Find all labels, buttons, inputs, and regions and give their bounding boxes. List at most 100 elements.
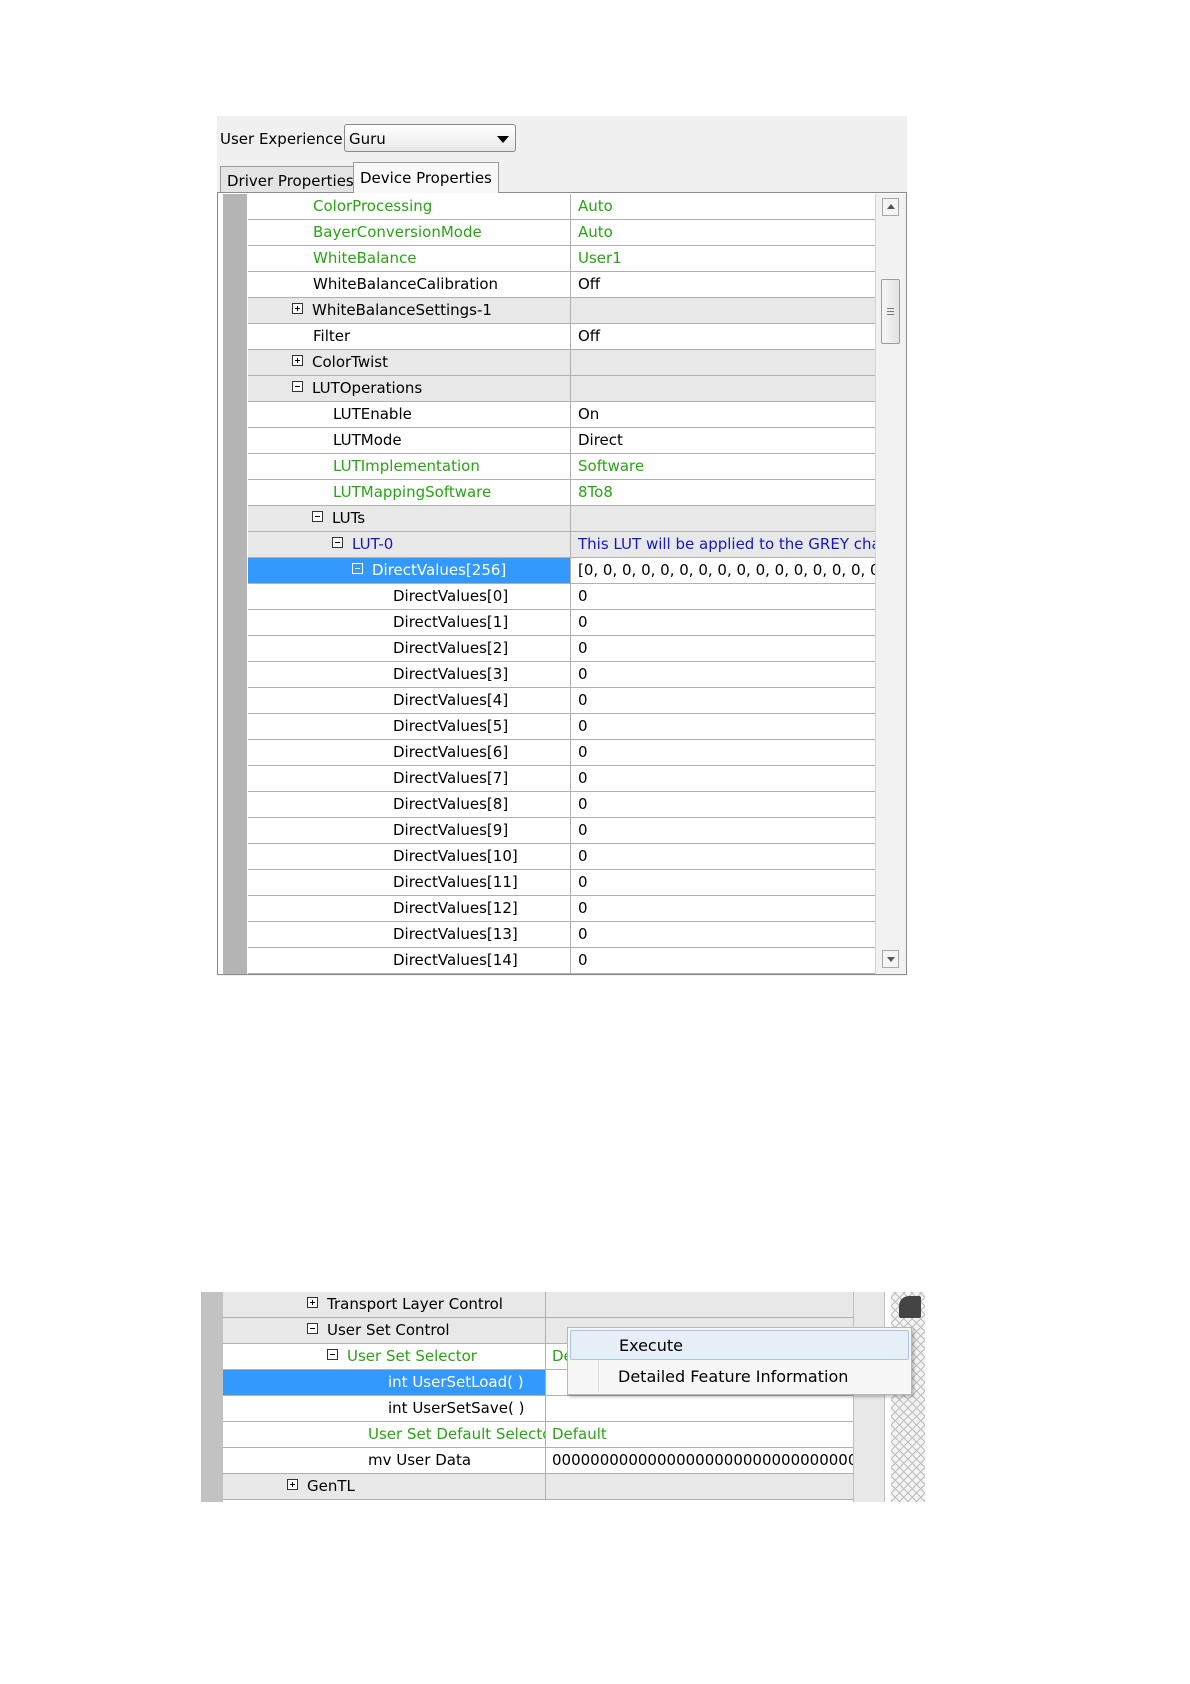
property-row-lutenable[interactable]: LUTEnable On (248, 402, 875, 428)
property-value-cell[interactable]: 0 (572, 766, 875, 791)
property-name-cell[interactable]: LUTEnable (248, 402, 571, 427)
collapse-icon[interactable] (332, 537, 343, 548)
collapse-icon[interactable] (307, 1323, 318, 1334)
property-name-cell[interactable]: LUTMode (248, 428, 571, 453)
property-name-cell[interactable]: int UserSetLoad( ) (223, 1370, 546, 1395)
property-row-mv-user-data[interactable]: mv User Data 0000000000000000000000000000… (223, 1448, 853, 1474)
property-row-lutmappingsoftware[interactable]: LUTMappingSoftware 8To8 (248, 480, 875, 506)
property-value-cell[interactable] (572, 298, 875, 323)
property-row-luts[interactable]: LUTs (248, 506, 875, 532)
chevron-down-icon[interactable] (497, 136, 509, 143)
property-value-cell[interactable]: 8To8 (572, 480, 875, 505)
property-row-directvalues-3[interactable]: DirectValues[3] 0 (248, 662, 875, 688)
property-name-cell[interactable]: DirectValues[2] (248, 636, 571, 661)
property-value-cell[interactable]: 0 (572, 818, 875, 843)
property-value-cell[interactable]: Off (572, 324, 875, 349)
property-name-cell[interactable]: DirectValues[11] (248, 870, 571, 895)
property-name-cell[interactable]: DirectValues[0] (248, 584, 571, 609)
property-name-cell[interactable]: int UserSetSave( ) (223, 1396, 546, 1421)
property-row-int-usersetsave[interactable]: int UserSetSave( ) (223, 1396, 853, 1422)
property-name-cell[interactable]: ColorProcessing (248, 194, 571, 219)
property-name-cell[interactable]: WhiteBalanceSettings-1 (248, 298, 571, 323)
property-value-cell[interactable] (572, 376, 875, 401)
property-name-cell[interactable]: LUTs (248, 506, 571, 531)
property-value-cell[interactable]: Direct (572, 428, 875, 453)
property-value-cell[interactable]: 0 (572, 870, 875, 895)
property-name-cell[interactable]: User Set Default Selector (Dep (223, 1422, 546, 1447)
property-value-cell[interactable]: 0 (572, 636, 875, 661)
property-value-cell[interactable]: 0 (572, 584, 875, 609)
property-value-cell[interactable] (547, 1474, 853, 1499)
property-name-cell[interactable]: GenTL (223, 1474, 546, 1499)
property-value-cell[interactable] (547, 1292, 853, 1317)
property-row-filter[interactable]: Filter Off (248, 324, 875, 350)
property-value-cell[interactable]: 0 (572, 844, 875, 869)
property-value-cell[interactable]: Software (572, 454, 875, 479)
property-name-cell[interactable]: Filter (248, 324, 571, 349)
property-name-cell[interactable]: DirectValues[3] (248, 662, 571, 687)
property-name-cell[interactable]: DirectValues[14] (248, 948, 571, 973)
property-name-cell[interactable]: DirectValues[8] (248, 792, 571, 817)
property-name-cell[interactable]: mv User Data (223, 1448, 546, 1473)
property-value-cell[interactable] (572, 350, 875, 375)
property-value-cell[interactable]: Default (547, 1422, 853, 1447)
property-name-cell[interactable]: User Set Selector (223, 1344, 546, 1369)
property-row-lutoperations[interactable]: LUTOperations (248, 376, 875, 402)
tab-driver-properties[interactable]: Driver Properties (220, 166, 361, 192)
property-value-cell[interactable]: 0 (572, 922, 875, 947)
property-value-cell[interactable]: Auto (572, 220, 875, 245)
property-name-cell[interactable]: LUTOperations (248, 376, 571, 401)
scroll-up-button[interactable] (882, 198, 899, 216)
property-name-cell[interactable]: DirectValues[7] (248, 766, 571, 791)
property-name-cell[interactable]: LUTImplementation (248, 454, 571, 479)
property-value-cell[interactable]: Auto (572, 194, 875, 219)
property-name-cell[interactable]: DirectValues[10] (248, 844, 571, 869)
property-value-cell[interactable]: 0 (572, 688, 875, 713)
property-name-cell[interactable]: DirectValues[9] (248, 818, 571, 843)
property-row-directvalues-6[interactable]: DirectValues[6] 0 (248, 740, 875, 766)
property-value-cell[interactable]: [0, 0, 0, 0, 0, 0, 0, 0, 0, 0, 0, 0, 0, … (572, 558, 875, 583)
property-row-whitebalancecalibration[interactable]: WhiteBalanceCalibration Off (248, 272, 875, 298)
property-value-cell[interactable] (572, 506, 875, 531)
property-name-cell[interactable]: WhiteBalance (248, 246, 571, 271)
property-value-cell[interactable]: 000000000000000000000000000000000000 (547, 1448, 853, 1473)
property-row-lutimplementation[interactable]: LUTImplementation Software (248, 454, 875, 480)
property-name-cell[interactable]: User Set Control (223, 1318, 546, 1343)
property-value-cell[interactable]: 0 (572, 896, 875, 921)
expand-icon[interactable] (292, 355, 303, 366)
property-row-directvalues-1[interactable]: DirectValues[1] 0 (248, 610, 875, 636)
collapse-icon[interactable] (312, 511, 323, 522)
property-row-colorprocessing[interactable]: ColorProcessing Auto (248, 194, 875, 220)
property-row-directvalues-256[interactable]: DirectValues[256] [0, 0, 0, 0, 0, 0, 0, 0… (248, 558, 875, 584)
property-row-directvalues-13[interactable]: DirectValues[13] 0 (248, 922, 875, 948)
vertical-scrollbar[interactable] (875, 194, 906, 974)
property-value-cell[interactable]: 0 (572, 714, 875, 739)
property-row-directvalues-8[interactable]: DirectValues[8] 0 (248, 792, 875, 818)
property-row-directvalues-10[interactable]: DirectValues[10] 0 (248, 844, 875, 870)
property-value-cell[interactable]: 0 (572, 948, 875, 973)
property-row-bayerconversionmode[interactable]: BayerConversionMode Auto (248, 220, 875, 246)
user-experience-dropdown[interactable]: Guru (344, 124, 516, 152)
property-row-lutmode[interactable]: LUTMode Direct (248, 428, 875, 454)
property-value-cell[interactable]: 0 (572, 610, 875, 635)
property-name-cell[interactable]: DirectValues[5] (248, 714, 571, 739)
property-row-directvalues-0[interactable]: DirectValues[0] 0 (248, 584, 875, 610)
property-name-cell[interactable]: ColorTwist (248, 350, 571, 375)
property-row-directvalues-12[interactable]: DirectValues[12] 0 (248, 896, 875, 922)
property-name-cell[interactable]: DirectValues[256] (248, 558, 571, 583)
property-name-cell[interactable]: DirectValues[1] (248, 610, 571, 635)
property-row-colortwist[interactable]: ColorTwist (248, 350, 875, 376)
property-row-directvalues-7[interactable]: DirectValues[7] 0 (248, 766, 875, 792)
collapse-icon[interactable] (292, 381, 303, 392)
scroll-down-button[interactable] (882, 950, 899, 968)
scroll-thumb[interactable] (881, 279, 900, 344)
menu-item-detailed-feature-information[interactable]: Detailed Feature Information (570, 1362, 909, 1392)
property-name-cell[interactable]: DirectValues[12] (248, 896, 571, 921)
menu-item-execute[interactable]: Execute (570, 1330, 909, 1360)
property-row-user-set-default-selector-dep[interactable]: User Set Default Selector (Dep Default (223, 1422, 853, 1448)
property-value-cell[interactable]: 0 (572, 662, 875, 687)
tab-device-properties[interactable]: Device Properties (353, 162, 499, 193)
property-row-lut-0[interactable]: LUT-0 This LUT will be applied to the GRE… (248, 532, 875, 558)
property-value-cell[interactable]: 0 (572, 792, 875, 817)
property-value-cell[interactable]: On (572, 402, 875, 427)
